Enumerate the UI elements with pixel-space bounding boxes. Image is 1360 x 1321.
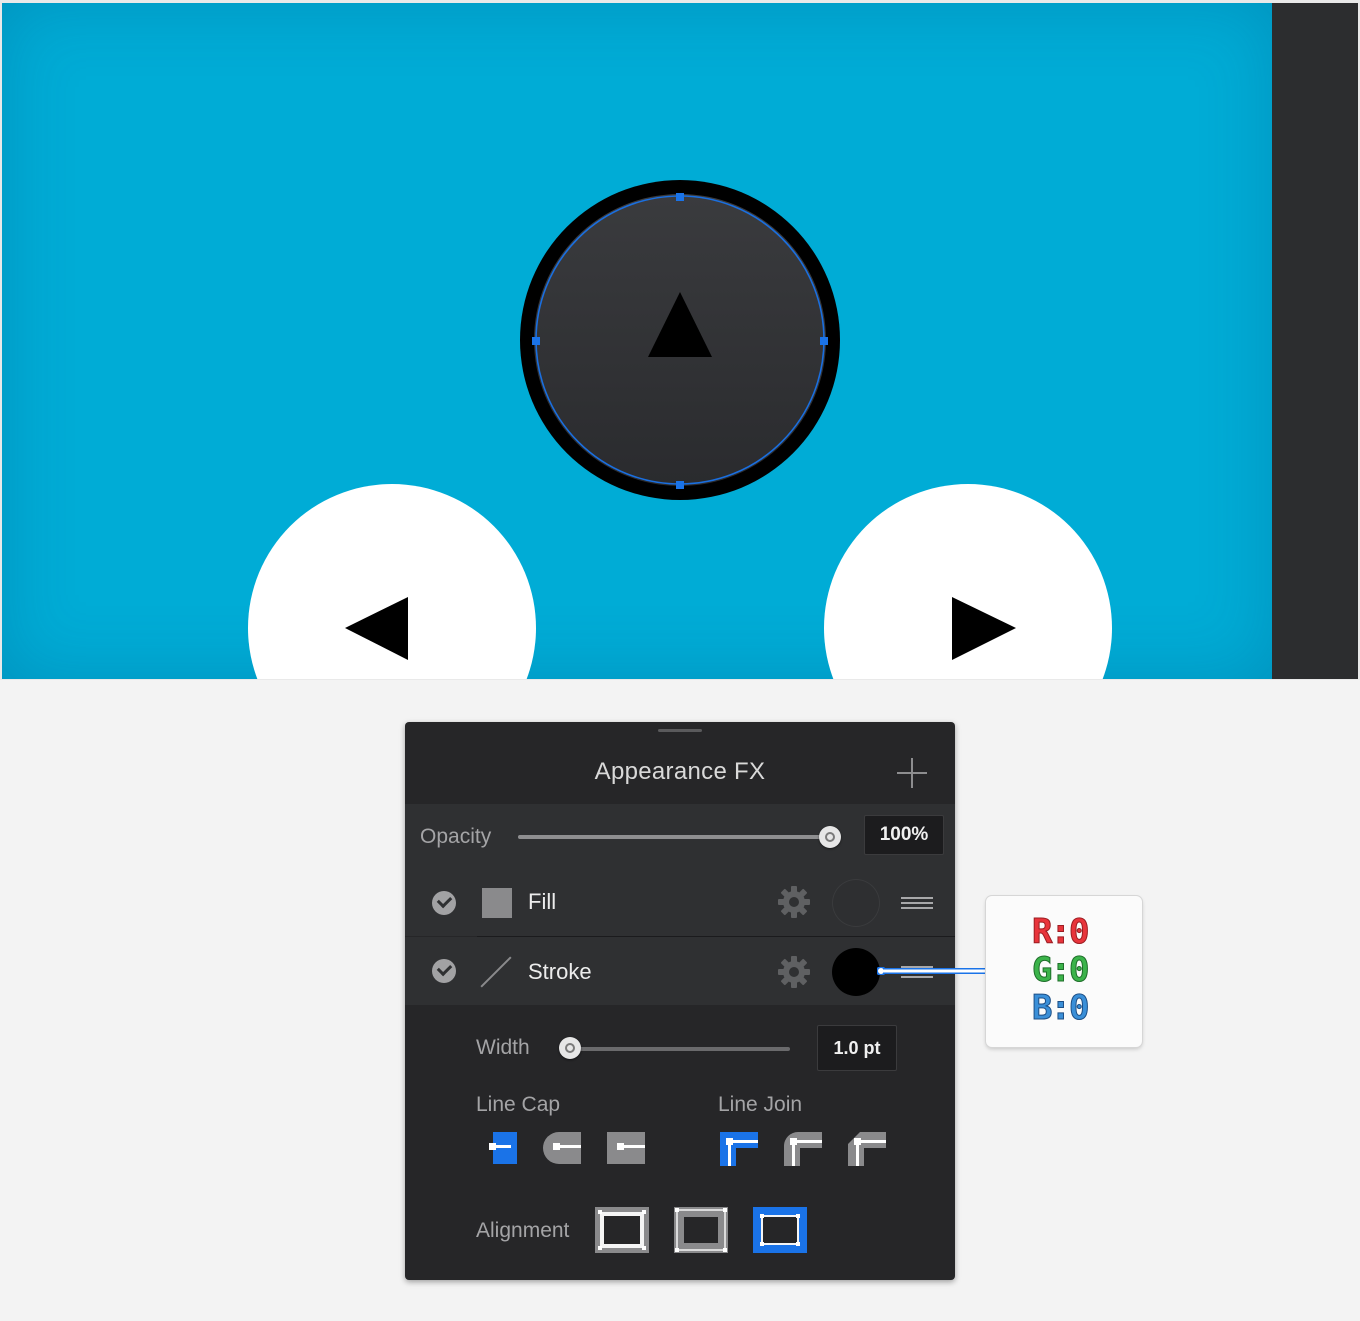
red-value: R:0 xyxy=(1031,912,1089,953)
check-icon[interactable] xyxy=(432,959,456,983)
width-value-field[interactable]: 1.0 pt xyxy=(817,1025,897,1071)
layer-name-fill: Fill xyxy=(528,889,557,914)
fill-color-well[interactable] xyxy=(832,879,880,927)
plus-icon[interactable] xyxy=(895,756,929,790)
line-join-label: Line Join xyxy=(718,1093,803,1116)
drag-handle-icon[interactable] xyxy=(658,729,702,732)
design-canvas[interactable] xyxy=(0,0,1360,680)
alignment-label: Alignment xyxy=(476,1219,570,1242)
miter-join-icon[interactable] xyxy=(718,1130,760,1168)
align-outside-icon[interactable] xyxy=(752,1206,808,1254)
panel-title: Appearance FX xyxy=(594,758,766,785)
width-slider-knob[interactable] xyxy=(559,1037,581,1059)
gear-icon[interactable] xyxy=(777,955,811,989)
opacity-slider-knob[interactable] xyxy=(819,826,841,848)
anchor-point-left[interactable] xyxy=(532,337,540,345)
anchor-point-top[interactable] xyxy=(676,193,684,201)
anchor-point-bottom[interactable] xyxy=(676,481,684,489)
width-label: Width xyxy=(476,1036,530,1059)
opacity-slider-track[interactable] xyxy=(518,835,836,839)
stroke-line-icon xyxy=(478,954,514,990)
layer-row-stroke[interactable]: Stroke xyxy=(405,937,955,1005)
blue-value: B:0 xyxy=(1031,988,1089,1029)
appearance-fx-panel: Appearance FX Opacity 100% Fill Stroke W… xyxy=(405,722,955,1280)
width-slider-track[interactable] xyxy=(565,1047,790,1051)
square-cap-icon[interactable] xyxy=(605,1130,647,1166)
bevel-join-icon[interactable] xyxy=(846,1130,888,1168)
rgb-value-callout: R:0 G:0 B:0 xyxy=(986,896,1142,1047)
layer-row-fill[interactable]: Fill xyxy=(405,870,955,936)
opacity-row: Opacity 100% xyxy=(405,804,955,870)
line-cap-label: Line Cap xyxy=(476,1093,561,1116)
anchor-point-right[interactable] xyxy=(820,337,828,345)
green-value: G:0 xyxy=(1031,950,1089,991)
layer-name-stroke: Stroke xyxy=(528,959,592,984)
opacity-label: Opacity xyxy=(420,825,492,848)
opacity-value-field[interactable]: 100% xyxy=(864,815,944,855)
gear-icon[interactable] xyxy=(777,885,811,919)
align-center-icon[interactable] xyxy=(673,1206,729,1254)
callout-connector xyxy=(877,967,987,975)
fill-square-icon xyxy=(482,888,512,918)
round-join-icon[interactable] xyxy=(782,1130,824,1168)
check-icon[interactable] xyxy=(432,891,456,915)
drag-handle-icon[interactable] xyxy=(901,897,933,911)
align-inside-icon[interactable] xyxy=(594,1206,650,1254)
canvas-shapes xyxy=(248,180,1112,679)
butt-cap-icon[interactable] xyxy=(489,1130,529,1166)
stroke-color-well[interactable] xyxy=(832,948,880,996)
round-cap-icon[interactable] xyxy=(541,1130,583,1166)
